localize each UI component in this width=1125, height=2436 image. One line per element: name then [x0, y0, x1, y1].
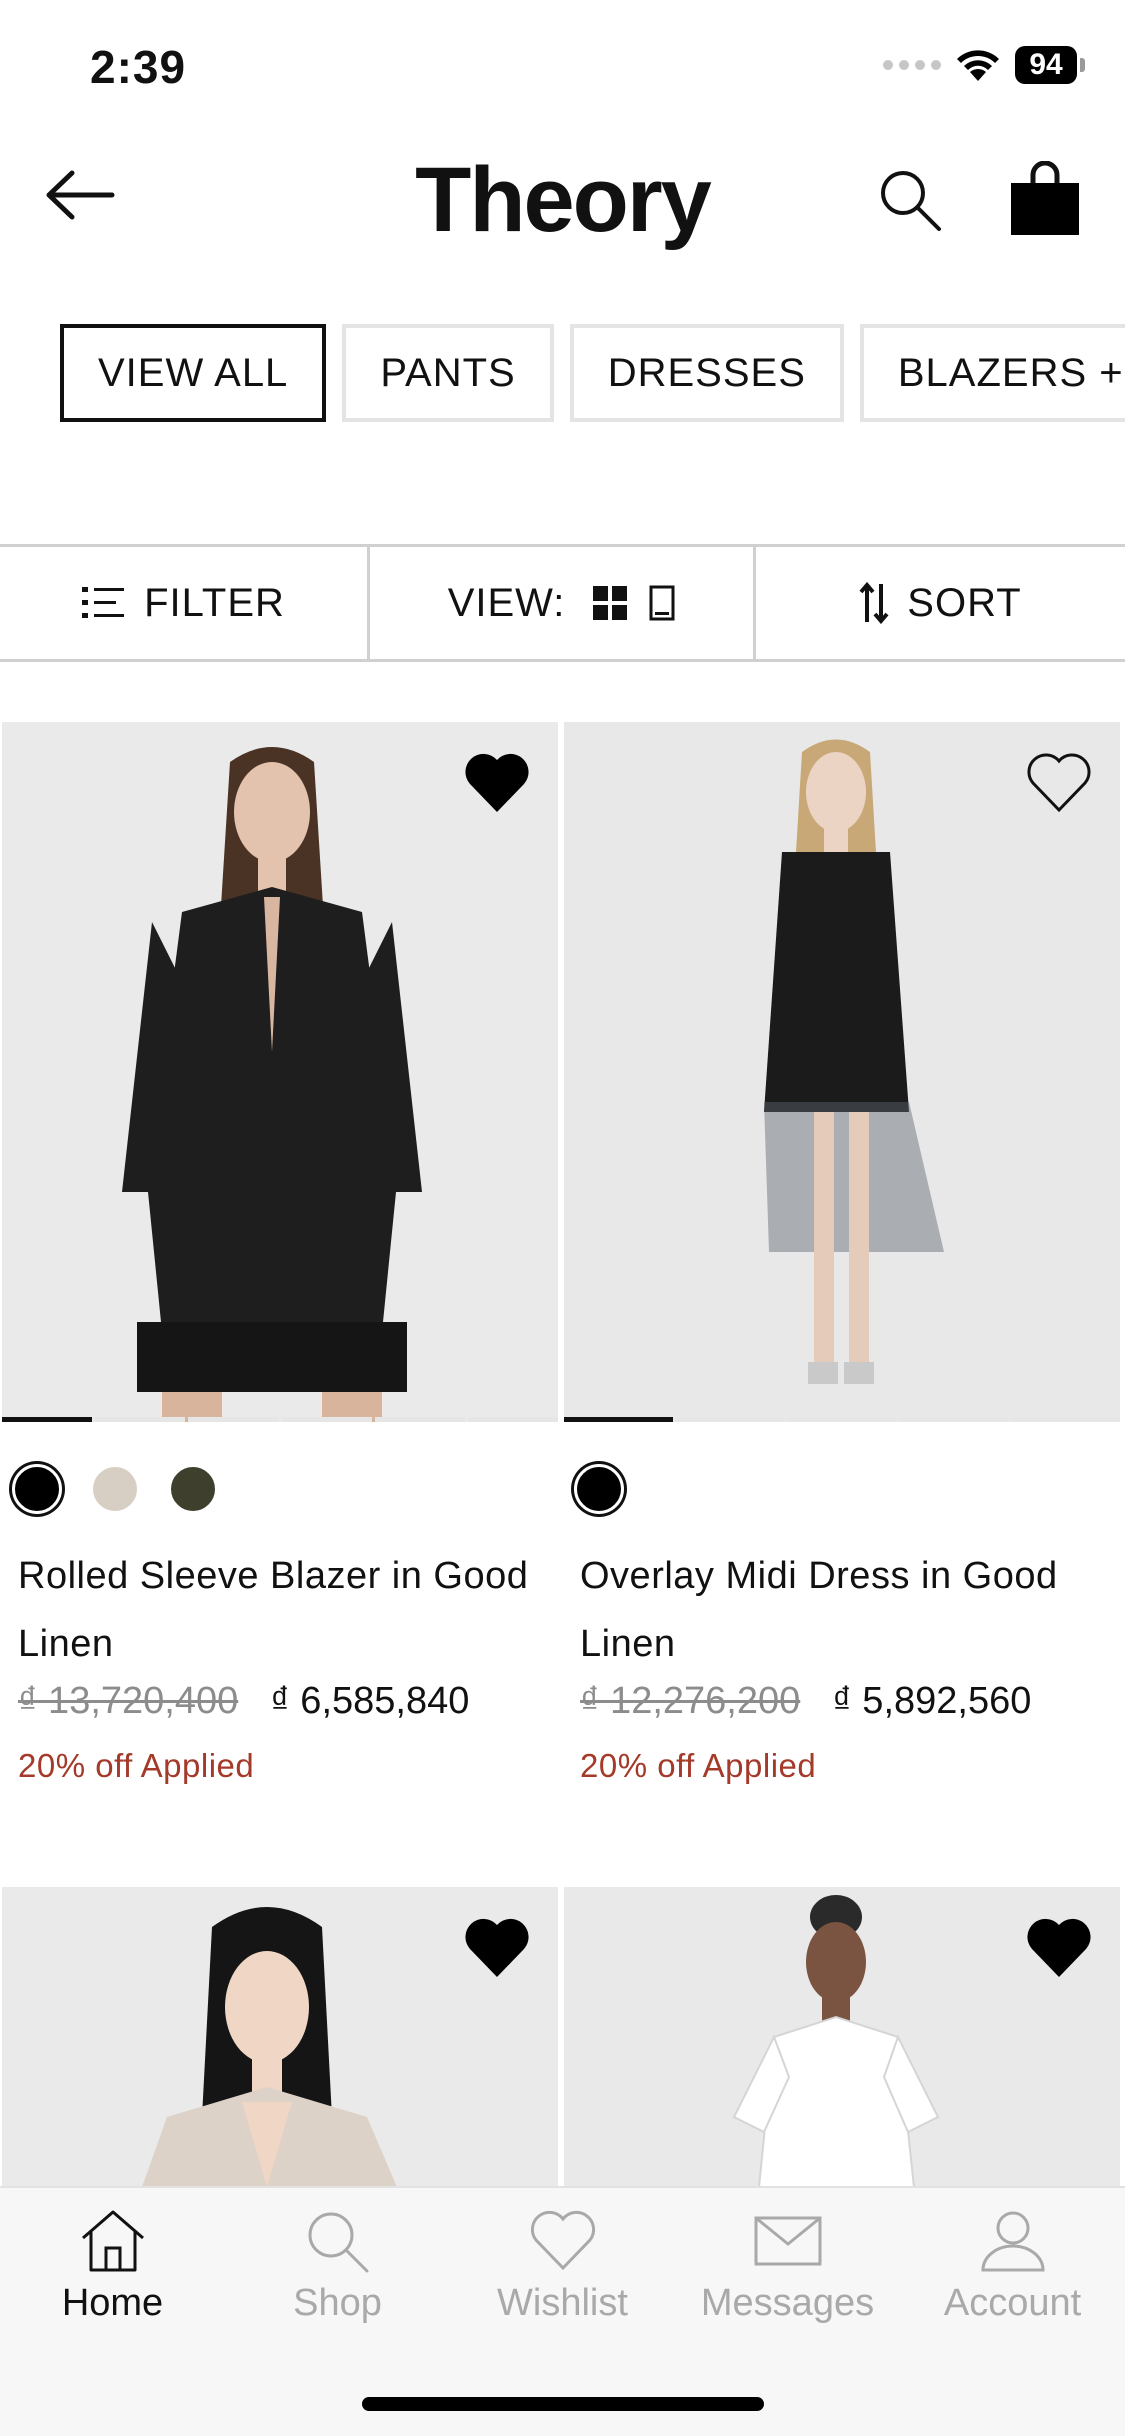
- chip-dresses[interactable]: DRESSES: [569, 324, 844, 422]
- swatch-black[interactable]: [12, 1464, 62, 1514]
- wifi-icon: [957, 50, 999, 81]
- search-icon: [881, 171, 941, 231]
- home-icon: [81, 2210, 144, 2272]
- shopping-bag-button[interactable]: [1000, 154, 1090, 244]
- product-image[interactable]: [564, 1887, 1120, 2187]
- chip-view-all[interactable]: VIEW ALL: [60, 324, 327, 422]
- battery-level: 94: [1015, 46, 1077, 84]
- model-blazer-illustration: [2, 722, 558, 1422]
- image-carousel-indicator: [564, 1417, 1120, 1422]
- product-title[interactable]: Rolled Sleeve Blazer in Good Linen: [2, 1542, 558, 1678]
- tab-label: Account: [943, 2282, 1082, 2324]
- tab-messages[interactable]: Messages: [675, 2188, 900, 2358]
- product-card[interactable]: [2, 1887, 558, 2187]
- envelope-icon: [754, 2216, 821, 2266]
- color-swatches: [2, 1422, 558, 1542]
- heart-icon: [530, 2210, 595, 2271]
- home-indicator: [362, 2397, 764, 2411]
- tab-account[interactable]: Account: [900, 2188, 1125, 2358]
- filter-button[interactable]: FILTER: [0, 547, 370, 659]
- tab-label: Shop: [293, 2282, 382, 2324]
- product-card[interactable]: [564, 1887, 1120, 2187]
- product-image[interactable]: [2, 722, 558, 1422]
- battery-icon: 94: [1015, 46, 1085, 84]
- swatch-olive[interactable]: [168, 1464, 218, 1514]
- product-title[interactable]: Overlay Midi Dress in Good Linen: [564, 1542, 1120, 1678]
- swatch-beige[interactable]: [90, 1464, 140, 1514]
- filter-label: FILTER: [144, 580, 285, 625]
- price-row: ₫ 13,720,400 ₫ 6,585,840: [2, 1680, 558, 1723]
- tab-shop[interactable]: Shop: [225, 2188, 450, 2358]
- tab-home[interactable]: Home: [0, 2188, 225, 2358]
- model-dress-illustration: [564, 722, 1120, 1422]
- single-view-icon[interactable]: [649, 585, 675, 621]
- shopping-bag-icon: [1011, 161, 1079, 235]
- status-icons: 94: [883, 46, 1085, 84]
- tab-wishlist[interactable]: Wishlist: [450, 2188, 675, 2358]
- sort-icon: [859, 582, 889, 624]
- product-card[interactable]: Overlay Midi Dress in Good Linen ₫ 12,27…: [564, 722, 1120, 1785]
- original-price: ₫ 12,276,200: [580, 1680, 801, 1722]
- wishlist-heart-filled-icon[interactable]: [462, 1915, 532, 1981]
- product-image[interactable]: [564, 722, 1120, 1422]
- status-time: 2:39: [90, 41, 187, 93]
- sale-price: ₫ 6,585,840: [270, 1680, 470, 1722]
- sale-price: ₫ 5,892,560: [832, 1680, 1032, 1722]
- swatch-black[interactable]: [574, 1464, 624, 1514]
- original-price: ₫ 13,720,400: [18, 1680, 239, 1722]
- product-card[interactable]: Rolled Sleeve Blazer in Good Linen ₫ 13,…: [2, 722, 558, 1785]
- price-row: ₫ 12,276,200 ₫ 5,892,560: [564, 1680, 1120, 1723]
- listing-toolbar: FILTER VIEW: SORT: [0, 544, 1125, 662]
- search-icon: [308, 2212, 368, 2273]
- grid-view-icon[interactable]: [593, 586, 628, 620]
- sort-button[interactable]: SORT: [756, 547, 1125, 659]
- product-image[interactable]: [2, 1887, 558, 2187]
- app-header: Theory: [0, 130, 1125, 260]
- chip-blazers-jackets[interactable]: BLAZERS + JACKETS: [859, 324, 1125, 422]
- promo-label: 20% off Applied: [580, 1747, 817, 1784]
- cellular-signal-icon: [883, 60, 941, 70]
- status-bar: 2:39 94: [0, 0, 1125, 130]
- chip-pants[interactable]: PANTS: [342, 324, 554, 422]
- wishlist-heart-outline-icon[interactable]: [1024, 750, 1094, 816]
- brand-logo[interactable]: Theory: [0, 148, 1125, 253]
- category-chips: VIEW ALL PANTS DRESSES BLAZERS + JACKETS: [60, 324, 1125, 424]
- search-button[interactable]: [870, 160, 950, 240]
- filter-list-icon: [82, 587, 125, 618]
- wishlist-heart-filled-icon[interactable]: [1024, 1915, 1094, 1981]
- view-toggle: VIEW:: [370, 547, 756, 659]
- person-icon: [980, 2211, 1045, 2272]
- sort-label: SORT: [907, 580, 1022, 625]
- tab-label: Home: [61, 2282, 164, 2324]
- view-label: VIEW:: [447, 580, 566, 625]
- promo-label: 20% off Applied: [18, 1747, 255, 1784]
- wishlist-heart-filled-icon[interactable]: [462, 750, 532, 816]
- tab-label: Wishlist: [497, 2282, 628, 2324]
- color-swatches: [564, 1422, 1120, 1542]
- tab-label: Messages: [700, 2282, 875, 2324]
- image-carousel-indicator: [2, 1417, 558, 1422]
